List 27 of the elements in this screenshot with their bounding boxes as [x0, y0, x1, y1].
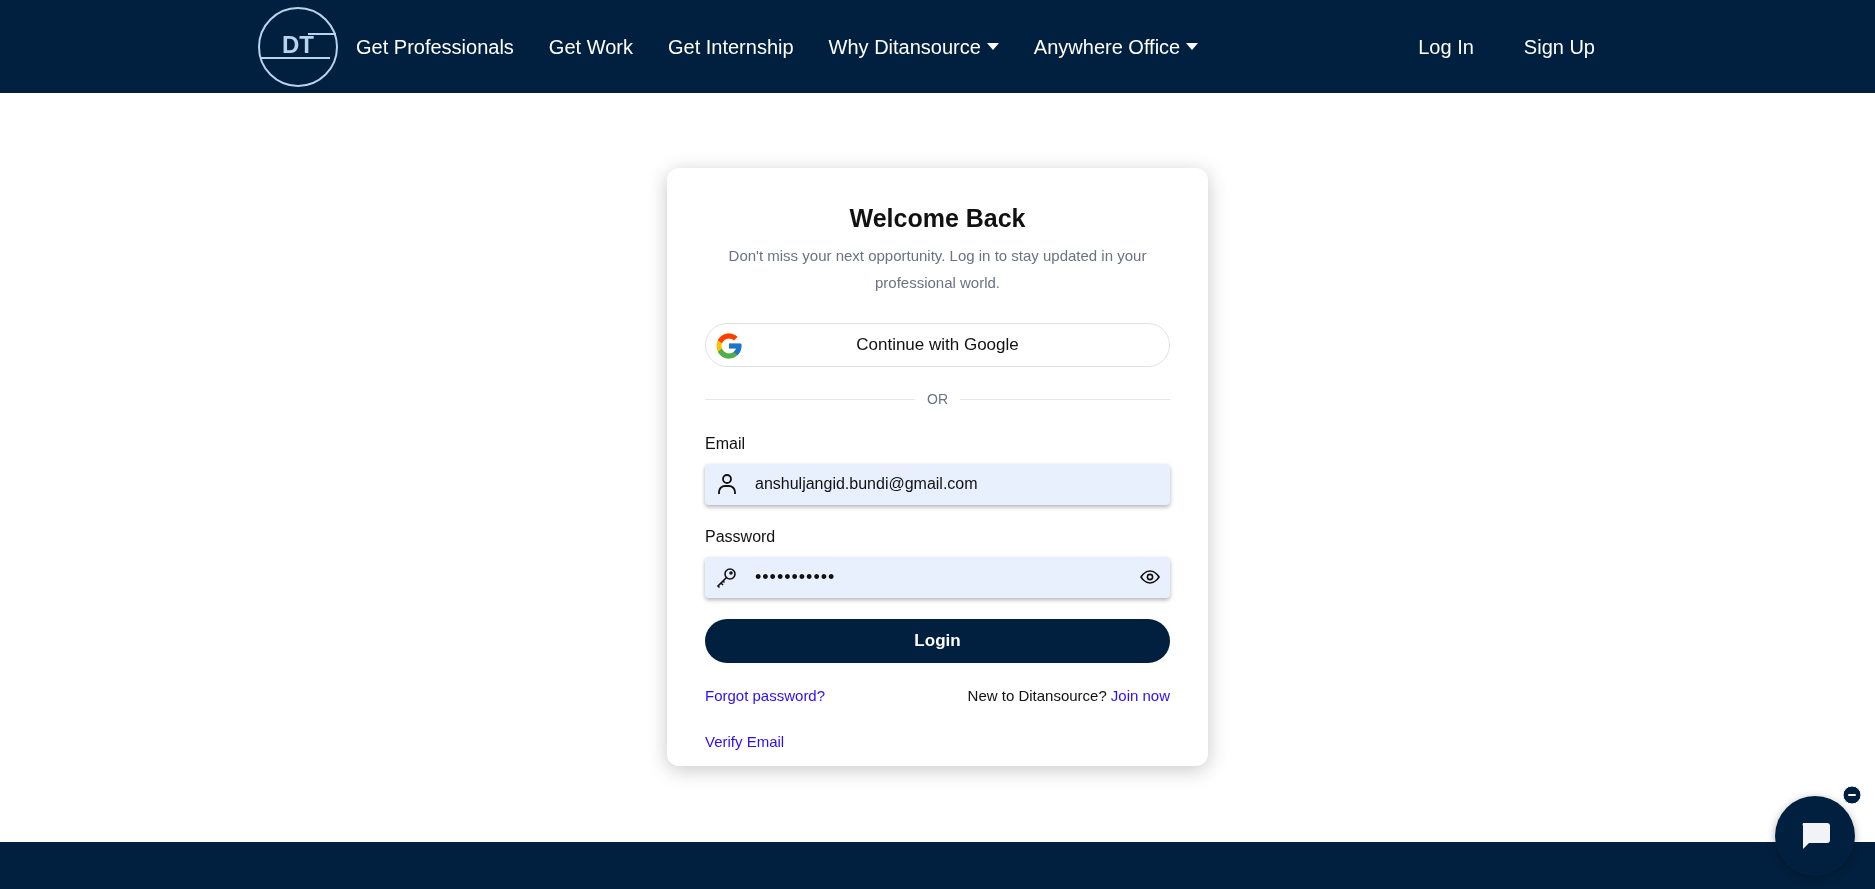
logo[interactable]: DT	[258, 6, 338, 87]
verify-email-link[interactable]: Verify Email	[705, 731, 785, 754]
password-field[interactable]: •••••••••••	[705, 556, 1170, 598]
nav-link[interactable]: Get Work	[548, 31, 633, 62]
logo-text: DT	[282, 29, 314, 60]
field-label: Email	[705, 433, 746, 454]
eye-icon[interactable]	[1140, 570, 1160, 584]
join-prompt: New to Ditansource?	[967, 685, 1107, 706]
nav-link[interactable]: Why Ditansource	[828, 31, 999, 62]
nav-link[interactable]: Get Internship	[667, 31, 794, 62]
caret-icon	[1186, 42, 1199, 51]
card-title: Welcome Back	[848, 203, 1027, 234]
card-subtitle: Don't miss your next opportunity. Log in to stay updated in your professional world.	[727, 245, 1148, 293]
join-link[interactable]: Join now	[1110, 684, 1170, 707]
login-link[interactable]: Log In	[1418, 31, 1474, 62]
or-divider-text: OR	[927, 389, 948, 409]
minimize-icon[interactable]	[1842, 785, 1862, 805]
person-icon	[717, 473, 737, 495]
signup-link[interactable]: Sign Up	[1523, 31, 1595, 62]
key-icon	[715, 565, 739, 589]
login-button[interactable]: Login	[705, 618, 1170, 663]
email-field[interactable]: anshuljangid.bundi@gmail.com	[705, 463, 1170, 505]
nav-link[interactable]: Get Professionals	[356, 31, 514, 62]
forgot-password-link[interactable]: Forgot password?	[705, 684, 826, 707]
field-label: Password	[705, 526, 777, 547]
caret-icon	[986, 42, 999, 51]
nav-link[interactable]: Anywhere Office	[1033, 31, 1199, 62]
